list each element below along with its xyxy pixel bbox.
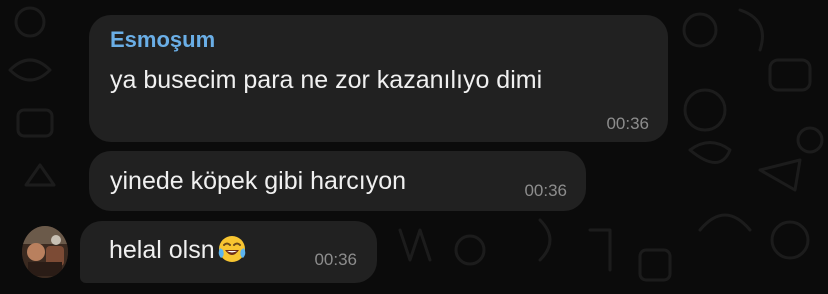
- message-text-content: helal olsn: [109, 236, 215, 264]
- message-time: 00:36: [524, 181, 567, 200]
- message-time: 00:36: [314, 250, 357, 269]
- message-bubble[interactable]: yinede köpek gibi harcıyon 00:36: [89, 151, 586, 211]
- message-text: ya busecim para ne zor kazanılıyo dimi: [110, 66, 543, 94]
- message-text: yinede köpek gibi harcıyon: [110, 167, 407, 195]
- sender-name[interactable]: Esmoşum: [110, 27, 215, 53]
- sender-avatar[interactable]: [22, 226, 68, 278]
- tears-of-joy-emoji-icon: [217, 234, 247, 271]
- message-bubble[interactable]: Esmoşum ya busecim para ne zor kazanılıy…: [89, 15, 668, 142]
- message-text: helal olsn: [109, 234, 247, 271]
- avatar-image: [22, 226, 68, 278]
- message-bubble[interactable]: helal olsn 00:36: [80, 221, 377, 283]
- message-time: 00:36: [606, 114, 649, 133]
